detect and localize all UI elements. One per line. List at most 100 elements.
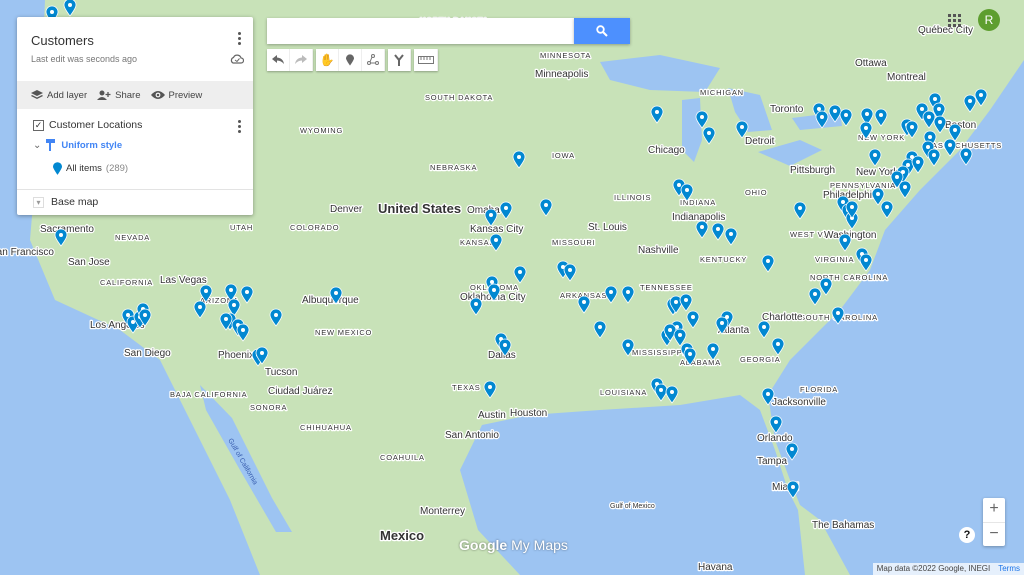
map-label: Austin — [478, 410, 506, 421]
help-icon[interactable]: ? — [959, 527, 975, 543]
map-label: San Diego — [124, 348, 171, 359]
map-label: MICHIGAN — [700, 88, 744, 97]
map-label: VIRGINIA — [815, 255, 854, 264]
history-toolbar — [267, 49, 313, 71]
layer-visibility-checkbox[interactable]: ✓ — [33, 119, 44, 131]
map-label: United States — [378, 201, 461, 216]
map-label: Chicago — [648, 145, 685, 156]
map-label: San Jose — [68, 257, 110, 268]
map-label: PENNSYLVANIA — [830, 181, 896, 190]
layer-customer-locations[interactable]: ✓ Customer Locations — [33, 119, 142, 131]
layer-style-button[interactable]: ⌄ Uniform style — [33, 139, 122, 151]
map-label: OHIO — [745, 188, 767, 197]
all-items-label: All items — [66, 163, 102, 174]
map-label: NEW MEXICO — [315, 328, 372, 337]
directions-icon — [394, 54, 404, 66]
draw-line-icon — [367, 54, 379, 65]
map-label: NEVADA — [115, 233, 150, 242]
map-label: TENNESSEE — [640, 283, 693, 292]
zoom-out-button[interactable]: − — [983, 523, 1005, 547]
hand-icon: ✋ — [319, 53, 335, 67]
map-label: Charlotte — [762, 312, 803, 323]
add-layer-button[interactable]: Add layer — [31, 90, 87, 101]
map-label: Jacksonville — [772, 397, 826, 408]
map-label: Québec City — [918, 25, 973, 36]
map-label: Detroit — [745, 136, 775, 147]
undo-icon — [272, 55, 284, 64]
divider — [17, 189, 253, 190]
add-marker-icon — [346, 54, 354, 66]
map-label: Kansas City — [470, 224, 523, 235]
ruler-icon — [417, 56, 434, 64]
last-edit-status: Last edit was seconds ago — [31, 54, 138, 64]
map-label: Toronto — [770, 104, 804, 115]
terms-link[interactable]: Terms — [998, 563, 1020, 575]
google-my-maps-logo: Google My Maps — [459, 537, 568, 553]
items-count: (289) — [105, 163, 129, 174]
add-marker-button[interactable] — [339, 49, 362, 71]
preview-button[interactable]: Preview — [150, 90, 202, 101]
map-label: Tampa — [757, 456, 787, 467]
layer-options-icon[interactable] — [238, 120, 241, 135]
map-label: Ciudad Juárez — [268, 386, 332, 397]
all-items-row[interactable]: All items (289) — [53, 162, 128, 175]
cloud-saved-icon — [230, 54, 244, 64]
map-label: Minneapolis — [535, 69, 588, 80]
select-button[interactable]: ✋ — [316, 49, 339, 71]
undo-button[interactable] — [267, 49, 290, 71]
share-button[interactable]: Share — [97, 89, 141, 101]
map-title[interactable]: Customers — [31, 33, 94, 48]
base-map-label: Base map — [51, 196, 99, 208]
chevron-down-icon[interactable]: ⌄ — [33, 140, 41, 151]
expand-icon[interactable]: ▾ — [33, 196, 44, 208]
map-label: Havana — [698, 562, 733, 573]
map-label: FLORIDA — [800, 385, 838, 394]
map-label: CALIFORNIA — [100, 278, 153, 287]
add-layer-label: Add layer — [47, 89, 88, 101]
map-panel: Customers Last edit was seconds ago Add … — [17, 17, 253, 215]
map-label: Houston — [510, 408, 547, 419]
map-label: GEORGIA — [740, 355, 781, 364]
map-label: KENTUCKY — [700, 255, 747, 264]
redo-icon — [295, 55, 307, 64]
search-input[interactable] — [267, 18, 574, 44]
map-label: NEBRASKA — [430, 163, 477, 172]
map-label: Orlando — [757, 433, 793, 444]
directions-toolbar — [388, 49, 411, 71]
search-button[interactable] — [574, 18, 630, 44]
add-person-icon — [97, 90, 111, 100]
map-label: San Francisco — [0, 247, 54, 258]
measure-toolbar — [414, 49, 438, 71]
map-label: Indianapolis — [672, 212, 725, 223]
zoom-in-button[interactable]: + — [983, 498, 1005, 523]
measure-button[interactable] — [414, 49, 438, 71]
map-options-icon[interactable] — [238, 32, 241, 47]
map-label: Albuquerque — [302, 295, 359, 306]
map-label: MISSISSIPPI — [632, 348, 685, 357]
avatar[interactable]: R — [978, 9, 1000, 31]
panel-actions: Add layer Share Preview — [17, 81, 253, 109]
base-map-row[interactable]: ▾ Base map — [33, 196, 98, 208]
map-label: COAHUILA — [380, 453, 425, 462]
map-label: Gulf of Mexico — [610, 503, 655, 510]
map-attribution: Map data ©2022 Google, INEGI Terms — [872, 563, 1024, 575]
map-label: Las Vegas — [160, 275, 207, 286]
map-label: WYOMING — [300, 126, 343, 135]
add-directions-button[interactable] — [388, 49, 411, 71]
map-label: IOWA — [552, 151, 575, 160]
share-label: Share — [115, 89, 141, 101]
paint-roller-icon — [46, 139, 56, 151]
map-label: Mexico — [380, 528, 424, 543]
map-label: COLORADO — [290, 223, 339, 232]
redo-button[interactable] — [290, 49, 313, 71]
apps-grid-icon[interactable] — [948, 14, 961, 27]
attribution-text: Map data ©2022 Google, INEGI — [876, 564, 991, 573]
eye-icon — [150, 91, 165, 99]
map-label: Ottawa — [855, 58, 887, 69]
map-label: San Antonio — [445, 430, 499, 441]
draw-line-button[interactable] — [362, 49, 385, 71]
logo-google: Google — [459, 537, 508, 553]
layer-name[interactable]: Customer Locations — [49, 119, 142, 131]
map-label: CHIHUAHUA — [300, 423, 352, 432]
map-label: Montreal — [887, 72, 926, 83]
